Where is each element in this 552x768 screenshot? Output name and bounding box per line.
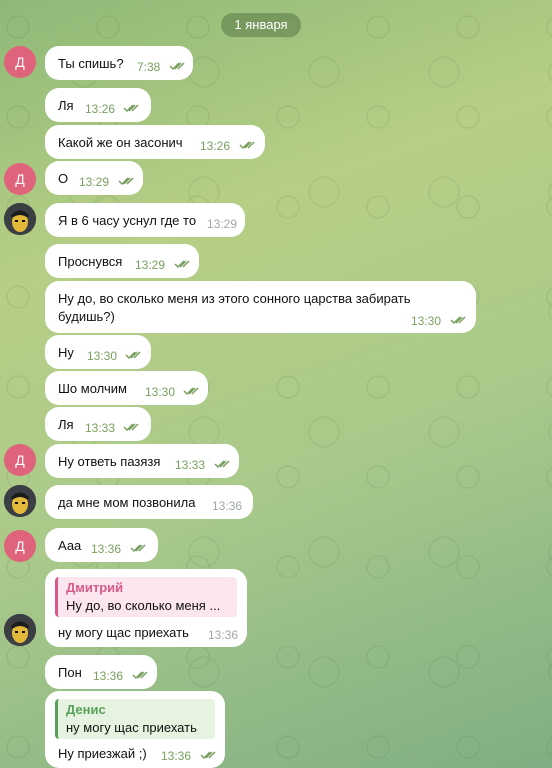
message-bubble[interactable]: Ля 13:26 <box>45 88 151 122</box>
double-check-icon <box>169 62 185 71</box>
message-bubble[interactable]: Ну ответь пазязя 13:33 <box>45 444 239 478</box>
message-time: 13:33 <box>175 458 206 472</box>
double-check-icon <box>200 751 216 760</box>
message-text: Пон <box>58 665 82 680</box>
message-text: Шо молчим <box>58 381 127 396</box>
message-bubble[interactable]: Ну 13:30 <box>45 335 151 369</box>
message-text: Ну ответь пазязя <box>58 454 161 469</box>
message-time: 13:29 <box>79 175 110 189</box>
message-text: ну могу щас приехать <box>58 625 189 640</box>
message-text: Ты спишь? <box>58 56 124 71</box>
message-time: 13:36 <box>161 749 192 763</box>
user-avatar-icon <box>4 485 36 517</box>
message-text: Ля <box>58 98 74 113</box>
message-bubble-with-reply[interactable]: Дмитрий Ну до, во сколько меня ... ну мо… <box>45 569 247 647</box>
double-check-icon <box>450 316 466 325</box>
avatar[interactable]: Д <box>4 163 36 195</box>
message-text: да мне мом позвонила <box>58 495 196 510</box>
message-text: О <box>58 171 69 186</box>
message-text-line-2: будишь?) <box>58 309 115 324</box>
message-bubble[interactable]: Какой же он засонич 13:26 <box>45 125 265 159</box>
message-time: 13:29 <box>207 217 238 231</box>
double-check-icon <box>239 141 255 150</box>
double-check-icon <box>123 423 139 432</box>
message-time: 13:29 <box>135 258 166 272</box>
reply-author: Дмитрий <box>66 580 124 595</box>
message-time: 13:36 <box>93 669 124 683</box>
message-time: 13:26 <box>85 102 116 116</box>
message-text: Я в 6 часу уснул где то <box>58 213 197 228</box>
message-text: Ааа <box>58 538 82 553</box>
user-avatar-icon <box>4 203 36 235</box>
message-bubble[interactable]: да мне мом позвонила 13:36 <box>45 485 253 519</box>
double-check-icon <box>174 260 190 269</box>
date-separator: 1 января <box>221 13 301 37</box>
message-text: Ну <box>58 345 74 360</box>
message-bubble[interactable]: О 13:29 <box>45 161 143 195</box>
double-check-icon <box>132 671 148 680</box>
double-check-icon <box>123 104 139 113</box>
reply-author: Денис <box>66 702 106 717</box>
message-text: Ну приезжай ;) <box>58 746 147 761</box>
message-text-line-1: Ну до, во сколько меня из этого сонного … <box>58 291 411 306</box>
message-time: 13:30 <box>411 314 442 328</box>
message-bubble[interactable]: Ааа 13:36 <box>45 528 158 562</box>
user-avatar-icon <box>4 614 36 646</box>
message-bubble[interactable]: Проснувся 13:29 <box>45 244 199 278</box>
message-bubble[interactable]: Я в 6 часу уснул где то 13:29 <box>45 203 245 237</box>
double-check-icon <box>214 460 230 469</box>
message-text: Проснувся <box>58 254 123 269</box>
avatar[interactable] <box>4 203 36 235</box>
message-time: 7:38 <box>137 60 161 74</box>
reply-quote[interactable]: Дмитрий Ну до, во сколько меня ... <box>55 577 237 617</box>
message-time: 13:30 <box>145 385 176 399</box>
message-bubble[interactable]: Ля 13:33 <box>45 407 151 441</box>
reply-text: ну могу щас приехать <box>66 720 197 735</box>
message-bubble[interactable]: Шо молчим 13:30 <box>45 371 208 405</box>
double-check-icon <box>130 544 146 553</box>
message-bubble[interactable]: Ты спишь? 7:38 <box>45 46 193 80</box>
message-text: Ля <box>58 417 74 432</box>
message-time: 13:30 <box>87 349 118 363</box>
avatar[interactable]: Д <box>4 530 36 562</box>
message-bubble[interactable]: Пон 13:36 <box>45 655 157 689</box>
message-bubble-with-reply[interactable]: Денис ну могу щас приехать Ну приезжай ;… <box>45 691 225 768</box>
message-text: Какой же он засонич <box>58 135 183 150</box>
double-check-icon <box>183 387 199 396</box>
avatar[interactable] <box>4 614 36 646</box>
message-time: 13:36 <box>91 542 122 556</box>
message-time: 13:26 <box>200 139 231 153</box>
message-time: 13:36 <box>208 628 239 642</box>
avatar[interactable]: Д <box>4 444 36 476</box>
double-check-icon <box>118 177 134 186</box>
message-time: 13:36 <box>212 499 243 513</box>
double-check-icon <box>125 351 141 360</box>
reply-quote[interactable]: Денис ну могу щас приехать <box>55 699 215 739</box>
message-bubble[interactable]: Ну до, во сколько меня из этого сонного … <box>45 281 476 333</box>
reply-text: Ну до, во сколько меня ... <box>66 598 221 613</box>
avatar[interactable] <box>4 485 36 517</box>
message-time: 13:33 <box>85 421 116 435</box>
avatar[interactable]: Д <box>4 46 36 78</box>
